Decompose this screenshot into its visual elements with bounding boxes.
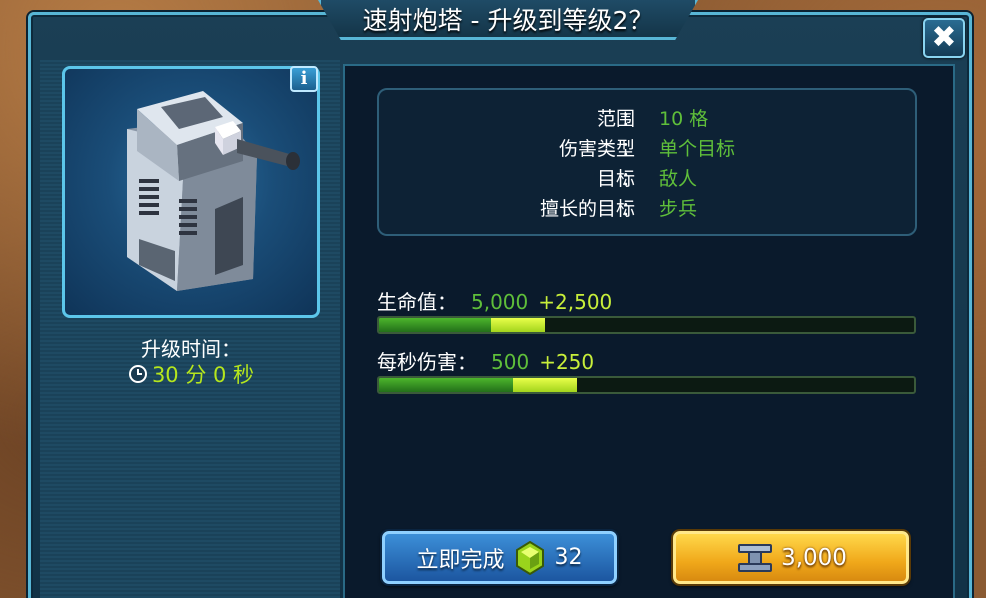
stat-value: 单个目标 [659, 138, 736, 160]
dps-label: 每秒伤害： [377, 350, 477, 374]
gem-icon [515, 540, 544, 575]
stat-row-target: 目标 ： 敌人 [377, 164, 917, 194]
resource-cost: 3,000 [781, 544, 847, 571]
close-button[interactable]: ✖ [923, 18, 965, 58]
dps-label-row: 每秒伤害： 500 +250 [377, 346, 594, 375]
stat-colon: ： [621, 108, 641, 130]
upgrade-time: 30 分 0 秒 [62, 359, 320, 389]
dialog-title: 速射炮塔 - 升级到等级2？ [362, 6, 654, 35]
dps-value: 500 [491, 350, 530, 374]
health-bar-bonus [491, 318, 545, 332]
stat-row-damage-type: 伤害类型 ： 单个目标 [377, 134, 917, 164]
health-bar-fill [379, 318, 492, 332]
stat-value: 敌人 [659, 168, 698, 190]
tower-image [62, 66, 320, 318]
stat-value: 10 格 [659, 108, 709, 130]
info-button[interactable]: i [290, 66, 318, 92]
turret-icon [127, 91, 300, 291]
upgrade-time-label: 升级时间： [141, 337, 241, 361]
upgrade-cost-button[interactable]: 3,000 [673, 531, 909, 584]
dps-bar [377, 376, 916, 394]
stat-value: 步兵 [659, 198, 698, 220]
steel-icon [738, 543, 773, 572]
close-icon: ✖ [931, 20, 957, 55]
stat-colon: ： [621, 138, 641, 160]
dps-bar-bonus [512, 378, 577, 392]
dps-bar-fill [379, 378, 513, 392]
health-label-row: 生命值： 5,000 +2,500 [377, 286, 612, 315]
gem-cost: 32 [554, 545, 583, 570]
dps-bonus: +250 [539, 350, 595, 374]
health-label: 生命值： [377, 290, 457, 314]
stat-row-favorite-target: 擅长的目标 ： 步兵 [377, 194, 917, 224]
finish-now-button[interactable]: 立即完成 32 [382, 531, 617, 584]
health-bonus: +2,500 [538, 290, 613, 314]
upgrade-time-value: 30 分 0 秒 [151, 363, 255, 387]
health-value: 5,000 [471, 290, 529, 314]
clock-icon [128, 365, 147, 383]
health-bar [377, 316, 916, 334]
stat-row-range: 范围 ： 10 格 [377, 104, 917, 134]
stat-colon: ： [621, 198, 641, 220]
finish-now-label: 立即完成 [416, 547, 505, 573]
stat-colon: ： [621, 168, 641, 190]
